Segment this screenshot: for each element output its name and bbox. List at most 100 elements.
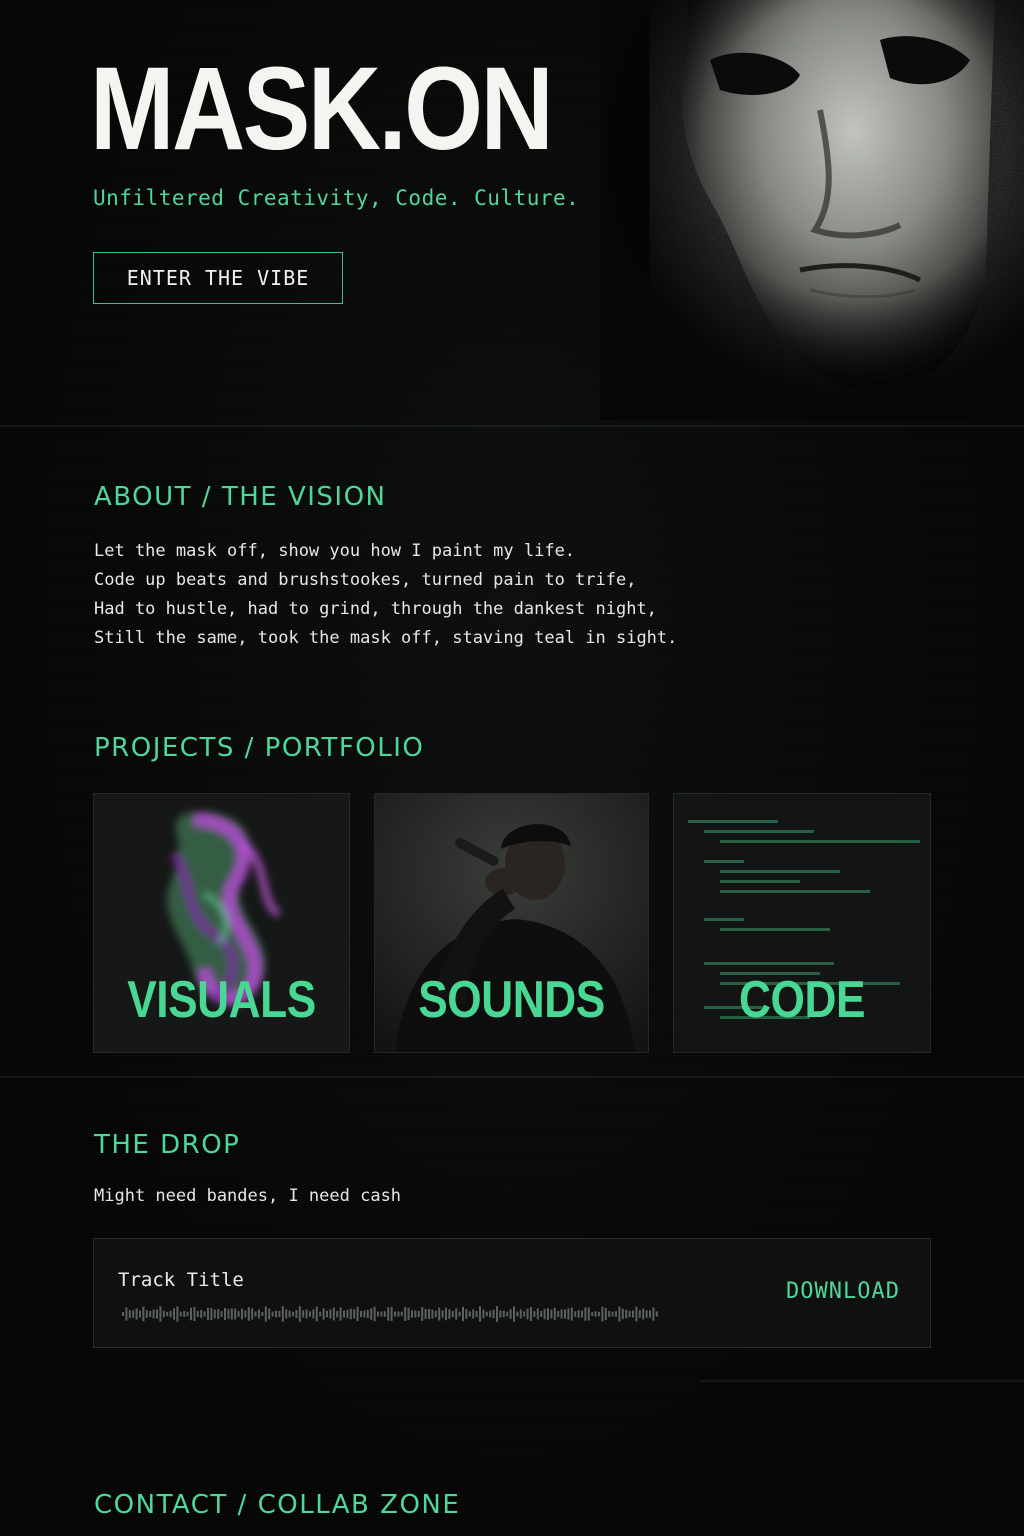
- waveform-bar: [502, 1310, 505, 1318]
- waveform-bar: [458, 1311, 461, 1317]
- waveform-bar: [543, 1308, 546, 1320]
- waveform-bar: [604, 1307, 607, 1321]
- about-line: Code up beats and brushstookes, turned p…: [94, 570, 637, 590]
- waveform-bar: [295, 1309, 298, 1319]
- waveform-bar: [322, 1308, 325, 1320]
- glitch-divider: [0, 1076, 1024, 1078]
- waveform-bar: [200, 1309, 203, 1319]
- about-line: Still the same, took the mask off, stavi…: [94, 628, 678, 648]
- waveform-bar: [271, 1311, 274, 1317]
- waveform-bar: [152, 1309, 155, 1319]
- waveform-bar: [404, 1307, 407, 1321]
- waveform-bar: [407, 1307, 410, 1321]
- waveform-bar: [319, 1311, 322, 1317]
- waveform-bar: [557, 1310, 560, 1318]
- project-card-sounds[interactable]: SOUNDS: [374, 793, 649, 1053]
- card-label-code: CODE: [738, 971, 866, 1029]
- waveform-bar: [145, 1310, 148, 1318]
- waveform-bar: [496, 1306, 498, 1322]
- waveform-bar: [125, 1307, 128, 1321]
- waveform-bar: [380, 1311, 383, 1317]
- waveform-bar: [574, 1311, 577, 1317]
- waveform-bar: [621, 1308, 624, 1320]
- waveform-bar: [428, 1308, 430, 1320]
- waveform-bar: [363, 1310, 366, 1318]
- project-card-code[interactable]: CODE: [673, 793, 931, 1053]
- waveform-bar: [560, 1309, 563, 1319]
- waveform-bar: [241, 1308, 243, 1320]
- waveform-bar: [315, 1306, 318, 1322]
- waveform-bar: [343, 1310, 345, 1318]
- waveform-bar: [329, 1309, 332, 1319]
- waveform-bar: [302, 1310, 305, 1318]
- waveform-bar: [370, 1308, 373, 1320]
- waveform-bar: [581, 1310, 583, 1318]
- waveform-bar: [251, 1308, 254, 1320]
- waveform-bar: [346, 1309, 349, 1319]
- waveform-bar: [628, 1310, 631, 1318]
- waveform-bar: [190, 1307, 192, 1321]
- waveform-bar: [587, 1307, 590, 1321]
- waveform-bar: [506, 1311, 509, 1317]
- waveform-bar: [258, 1309, 260, 1319]
- waveform-bar: [540, 1310, 543, 1318]
- glitch-divider: [0, 425, 1024, 427]
- waveform-bar: [377, 1311, 379, 1317]
- waveform-bar: [424, 1308, 427, 1320]
- waveform-bar: [533, 1311, 536, 1317]
- waveform-bar: [176, 1306, 179, 1322]
- waveform-bar: [598, 1311, 600, 1317]
- waveform-bar: [611, 1311, 614, 1317]
- enter-the-vibe-button[interactable]: ENTER THE VIBE: [93, 252, 343, 304]
- waveform-bar: [193, 1307, 196, 1321]
- waveform-bar: [445, 1307, 447, 1321]
- waveform-bar: [142, 1306, 145, 1322]
- waveform-bar: [217, 1309, 220, 1319]
- waveform-bar: [479, 1306, 481, 1322]
- waveform-bar: [475, 1310, 478, 1318]
- waveform-bar: [608, 1310, 611, 1318]
- waveform-bar: [431, 1309, 434, 1319]
- waveform-bar: [649, 1310, 651, 1318]
- waveform-bar: [139, 1310, 141, 1318]
- waveform-bar: [292, 1311, 294, 1317]
- waveform-bar: [237, 1311, 240, 1317]
- waveform-bar: [642, 1308, 645, 1320]
- waveform-bar: [632, 1310, 634, 1318]
- waveform-bar: [468, 1311, 471, 1317]
- waveform-bar: [179, 1311, 182, 1317]
- about-text: Let the mask off, show you how I paint m…: [94, 537, 677, 653]
- waveform-bar: [366, 1309, 369, 1319]
- waveform-bar: [166, 1311, 169, 1317]
- waveform-bar: [547, 1308, 549, 1320]
- mask-image: [600, 0, 1024, 420]
- glitch-divider: [700, 1380, 1024, 1382]
- download-button[interactable]: DOWNLOAD: [786, 1279, 900, 1304]
- waveform-bar: [349, 1308, 352, 1320]
- waveform-bar: [122, 1312, 124, 1316]
- waveform-bar: [387, 1307, 390, 1321]
- waveform-bar: [638, 1310, 641, 1318]
- waveform-bar: [570, 1307, 573, 1321]
- waveform-bar: [635, 1306, 638, 1322]
- waveform-bar: [220, 1311, 223, 1317]
- waveform-bar: [601, 1306, 604, 1322]
- waveform-bar: [162, 1310, 165, 1318]
- waveform-bar: [254, 1311, 257, 1317]
- waveform-bar: [485, 1311, 488, 1317]
- waveform-bar: [203, 1311, 206, 1317]
- waveform-bar: [553, 1307, 556, 1321]
- about-line: Let the mask off, show you how I paint m…: [94, 541, 576, 561]
- waveform-bar: [451, 1310, 454, 1318]
- waveform-bar: [448, 1309, 451, 1319]
- project-card-visuals[interactable]: VISUALS: [93, 793, 350, 1053]
- waveform[interactable]: [122, 1301, 662, 1327]
- waveform-bar: [390, 1307, 393, 1321]
- waveform-bar: [645, 1310, 648, 1318]
- waveform-bar: [312, 1309, 315, 1319]
- waveform-bar: [472, 1309, 475, 1319]
- waveform-bar: [149, 1311, 152, 1317]
- contact-heading: CONTACT / COLLAB ZONE: [94, 1490, 461, 1520]
- waveform-bar: [417, 1311, 420, 1317]
- card-label-visuals: VISUALS: [127, 971, 316, 1029]
